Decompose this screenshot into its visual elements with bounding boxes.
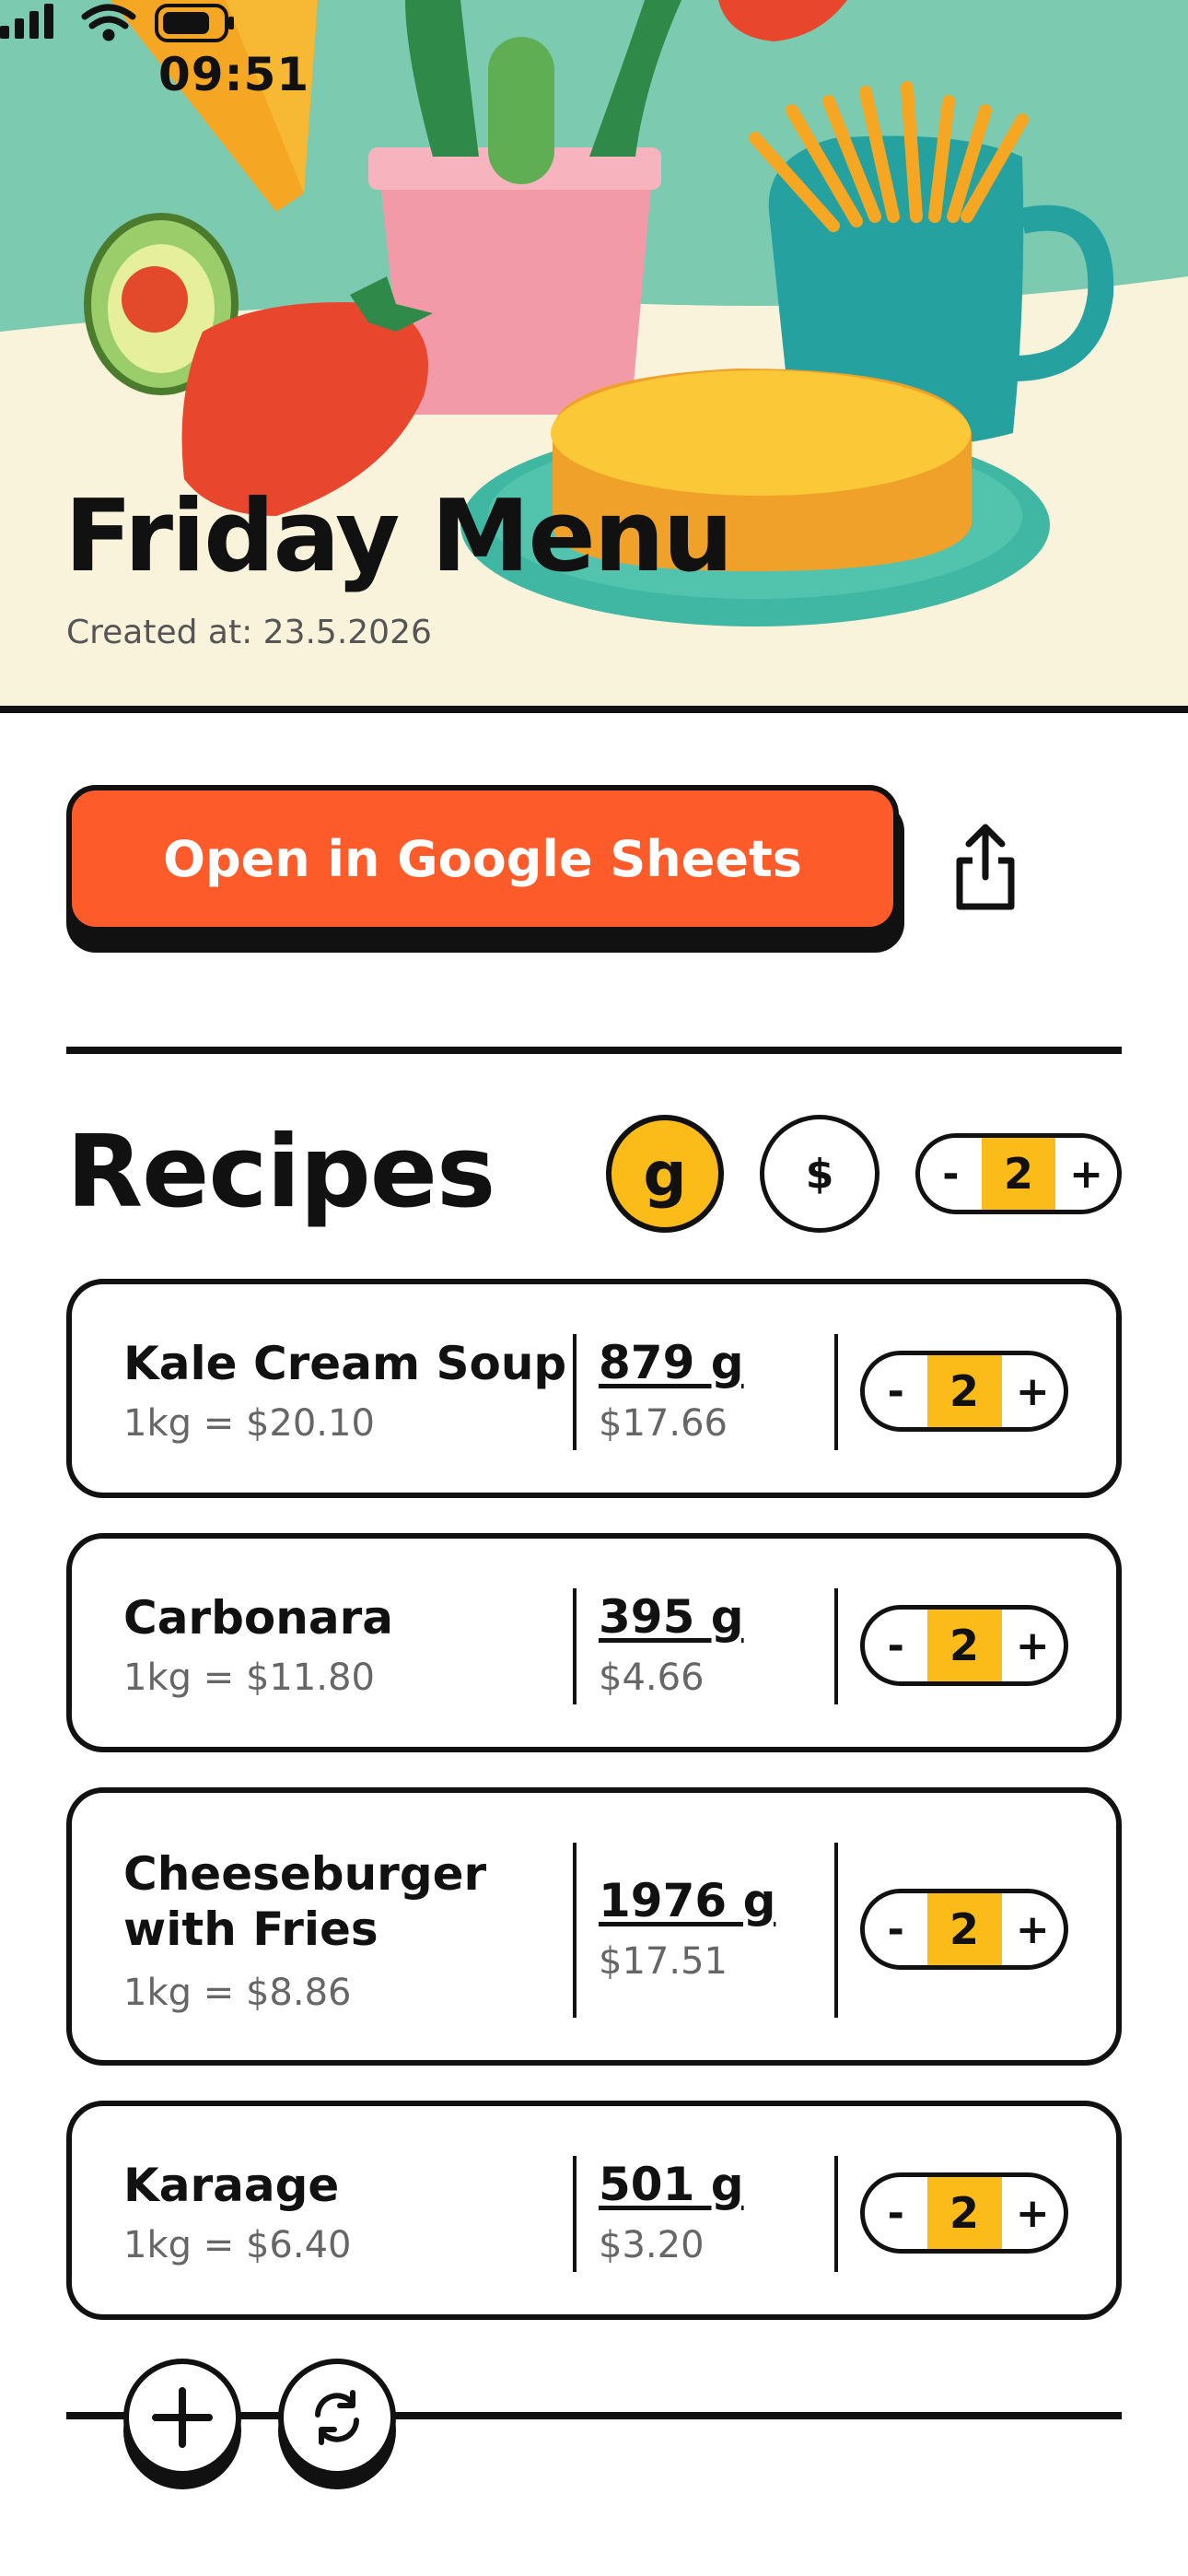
decrement-button[interactable]: - xyxy=(920,1138,982,1210)
share-icon[interactable] xyxy=(949,820,1022,912)
button-face[interactable] xyxy=(123,2359,241,2476)
recipe-weight[interactable]: 395 g xyxy=(599,1590,744,1644)
status-time: 09:51 xyxy=(158,48,310,101)
button-face[interactable] xyxy=(278,2359,396,2476)
servings-stepper: - 2 + xyxy=(860,1605,1068,1686)
status-icons xyxy=(0,4,234,42)
sheets-button-wrapper: Open in Google Sheets xyxy=(66,785,904,953)
servings-value: 2 xyxy=(926,1893,1002,1965)
card-divider xyxy=(573,1334,577,1450)
open-google-sheets-button[interactable]: Open in Google Sheets xyxy=(66,785,899,932)
recipe-price-per-kg: 1kg = $8.86 xyxy=(123,1972,352,2014)
recipe-weight[interactable]: 879 g xyxy=(599,1336,744,1389)
plus-icon xyxy=(152,2387,213,2448)
recipe-price-per-kg: 1kg = $6.40 xyxy=(123,2224,352,2266)
servings-value: 2 xyxy=(926,2177,1002,2249)
recipes-heading: Recipes xyxy=(66,1115,495,1230)
recipe-price: $17.51 xyxy=(599,1940,728,1983)
recipe-price: $17.66 xyxy=(599,1402,728,1445)
servings-stepper: - 2 + xyxy=(860,2172,1068,2254)
recipe-price: $3.20 xyxy=(599,2224,705,2266)
food-illustration xyxy=(0,0,1188,711)
card-divider xyxy=(834,1334,838,1450)
servings-value: 2 xyxy=(926,1610,1002,1681)
global-servings-stepper: - 2 + xyxy=(915,1133,1122,1214)
recipe-name: Kale Cream Soup xyxy=(123,1337,567,1390)
recipe-card[interactable]: Karaage 1kg = $6.40 501 g $3.20 - 2 + xyxy=(66,2101,1122,2320)
recipe-card[interactable]: Carbonara 1kg = $11.80 395 g $4.66 - 2 + xyxy=(66,1533,1122,1752)
card-divider xyxy=(834,2156,838,2272)
page-title: Friday Menu xyxy=(64,479,734,594)
recipe-name: Karaage xyxy=(123,2159,340,2212)
decrement-button[interactable]: - xyxy=(865,1355,927,1427)
cellular-signal-icon xyxy=(0,4,53,39)
recipe-weight[interactable]: 1976 g xyxy=(599,1874,775,1927)
servings-value: 2 xyxy=(926,1355,1002,1427)
recipe-card[interactable]: Kale Cream Soup 1kg = $20.10 879 g $17.6… xyxy=(66,1279,1122,1498)
hero-divider xyxy=(0,706,1188,713)
recipe-name: Carbonara xyxy=(123,1591,393,1645)
increment-button[interactable]: + xyxy=(1002,2177,1065,2249)
recipe-card[interactable]: Cheeseburger with Fries 1kg = $8.86 1976… xyxy=(66,1787,1122,2066)
recipe-name: Cheeseburger with Fries xyxy=(123,1847,487,1956)
card-divider xyxy=(834,1588,838,1704)
card-divider xyxy=(573,1588,577,1704)
unit-grams-toggle[interactable]: g xyxy=(606,1115,724,1233)
refresh-button[interactable] xyxy=(278,2359,396,2489)
recipe-weight[interactable]: 501 g xyxy=(599,2158,744,2211)
wifi-icon xyxy=(81,4,136,41)
card-divider xyxy=(834,1843,838,2018)
card-divider xyxy=(573,2156,577,2272)
recipe-price: $4.66 xyxy=(599,1657,705,1699)
hero-banner: 09:51 Friday Menu Created at: 23.5.2026 xyxy=(0,0,1188,711)
unit-dollars-toggle[interactable]: $ xyxy=(760,1115,879,1233)
servings-stepper: - 2 + xyxy=(860,1351,1068,1432)
servings-stepper: - 2 + xyxy=(860,1889,1068,1970)
add-recipe-button[interactable] xyxy=(123,2359,241,2489)
servings-value: 2 xyxy=(981,1138,1056,1210)
increment-button[interactable]: + xyxy=(1002,1893,1065,1965)
created-date: Created at: 23.5.2026 xyxy=(66,614,432,651)
refresh-icon xyxy=(315,2390,359,2445)
battery-icon xyxy=(155,4,234,42)
increment-button[interactable]: + xyxy=(1002,1610,1065,1681)
increment-button[interactable]: + xyxy=(1055,1138,1117,1210)
section-divider xyxy=(66,1047,1122,1054)
decrement-button[interactable]: - xyxy=(865,2177,927,2249)
recipe-price-per-kg: 1kg = $11.80 xyxy=(123,1657,375,1699)
decrement-button[interactable]: - xyxy=(865,1610,927,1681)
increment-button[interactable]: + xyxy=(1002,1355,1065,1427)
card-divider xyxy=(573,1843,577,2018)
recipe-price-per-kg: 1kg = $20.10 xyxy=(123,1402,375,1445)
decrement-button[interactable]: - xyxy=(865,1893,927,1965)
